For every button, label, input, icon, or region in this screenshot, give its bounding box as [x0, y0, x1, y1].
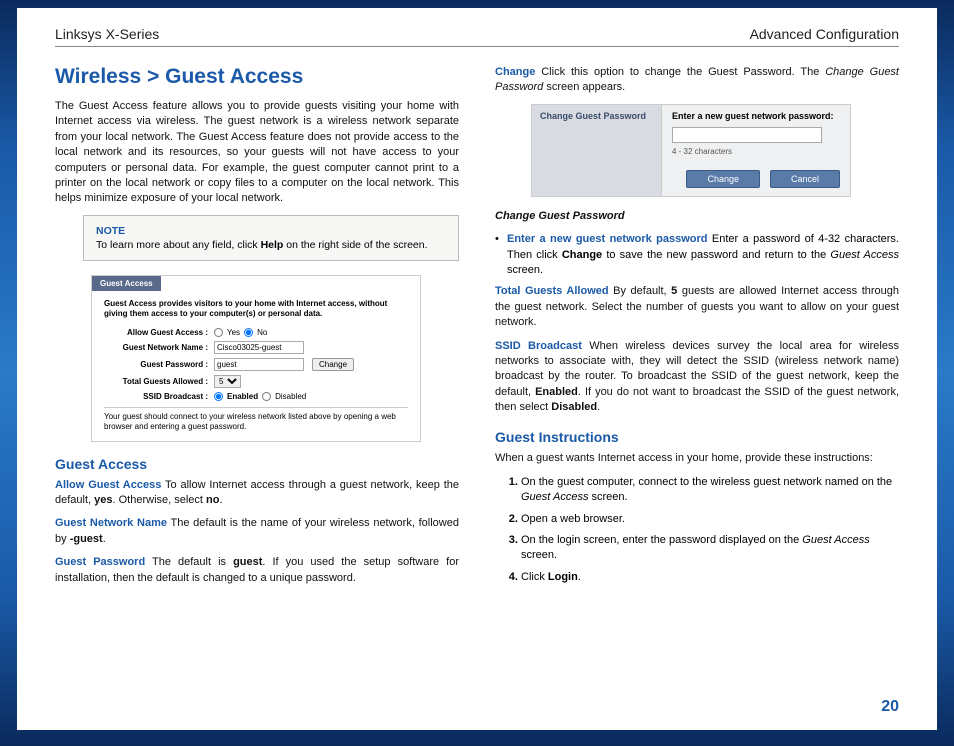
shot1-footer: Your guest should connect to your wirele… — [104, 407, 408, 433]
change-button[interactable]: Change — [312, 358, 354, 371]
shot2-prompt: Enter a new guest network password: — [672, 111, 840, 121]
left-column: Wireless > Guest Access The Guest Access… — [55, 65, 459, 594]
instructions-heading: Guest Instructions — [495, 429, 899, 445]
change-paragraph: Change Click this option to change the G… — [495, 65, 899, 96]
allow-yes-radio[interactable] — [214, 328, 223, 337]
ssid-disabled-radio[interactable] — [262, 392, 271, 401]
total-label: Total Guests Allowed : — [104, 377, 214, 386]
step-2: Open a web browser. — [521, 512, 899, 527]
shot1-desc: Guest Access provides visitors to your h… — [104, 299, 408, 320]
allow-no-radio[interactable] — [244, 328, 253, 337]
dialog-cancel-button[interactable]: Cancel — [770, 170, 840, 188]
step-1: On the guest computer, connect to the wi… — [521, 475, 899, 506]
guest-access-screenshot: Guest Access Guest Access provides visit… — [91, 275, 421, 442]
instructions-list: On the guest computer, connect to the wi… — [495, 475, 899, 585]
ssid-label: SSID Broadcast : — [104, 392, 214, 401]
total-paragraph: Total Guests Allowed By default, 5 guest… — [495, 284, 899, 330]
allow-yes-text: Yes — [227, 328, 240, 337]
right-column: Change Click this option to change the G… — [495, 65, 899, 594]
note-text: To learn more about any field, click Hel… — [96, 239, 428, 251]
manual-page: Linksys X-Series Advanced Configuration … — [17, 8, 937, 730]
allow-label: Allow Guest Access : — [104, 328, 214, 337]
pwd-label: Guest Password : — [104, 360, 214, 369]
shot2-chars: 4 - 32 characters — [672, 147, 840, 156]
new-password-input[interactable] — [672, 127, 822, 143]
header-left: Linksys X-Series — [55, 26, 159, 42]
page-title: Wireless > Guest Access — [55, 65, 459, 89]
netname-input[interactable] — [214, 341, 304, 354]
header-right: Advanced Configuration — [750, 26, 899, 42]
cgp-bullet: Enter a new guest network password Enter… — [507, 232, 899, 278]
pwd-input[interactable] — [214, 358, 304, 371]
dialog-change-button[interactable]: Change — [686, 170, 760, 188]
total-select[interactable]: 5 — [214, 375, 241, 388]
shot1-tab: Guest Access — [92, 276, 161, 291]
ssid-enabled-radio[interactable] — [214, 392, 223, 401]
guest-access-heading: Guest Access — [55, 456, 459, 472]
ssid-enabled-text: Enabled — [227, 392, 258, 401]
step-3: On the login screen, enter the password … — [521, 533, 899, 564]
instructions-intro: When a guest wants Internet access in yo… — [495, 451, 899, 466]
intro-paragraph: The Guest Access feature allows you to p… — [55, 99, 459, 207]
cgp-heading: Change Guest Password — [495, 209, 899, 224]
allow-paragraph: Allow Guest Access To allow Internet acc… — [55, 478, 459, 509]
step-4: Click Login. — [521, 570, 899, 585]
netname-paragraph: Guest Network Name The default is the na… — [55, 516, 459, 547]
header-bar: Linksys X-Series Advanced Configuration — [55, 26, 899, 47]
shot2-title: Change Guest Password — [532, 105, 662, 196]
netname-label: Guest Network Name : — [104, 343, 214, 352]
page-number: 20 — [881, 698, 899, 716]
allow-no-text: No — [257, 328, 267, 337]
note-box: NOTE To learn more about any field, clic… — [83, 215, 459, 261]
pwd-paragraph: Guest Password The default is guest. If … — [55, 555, 459, 586]
note-title: NOTE — [96, 224, 446, 238]
ssid-disabled-text: Disabled — [275, 392, 306, 401]
change-password-screenshot: Change Guest Password Enter a new guest … — [531, 104, 851, 197]
ssid-paragraph: SSID Broadcast When wireless devices sur… — [495, 339, 899, 416]
